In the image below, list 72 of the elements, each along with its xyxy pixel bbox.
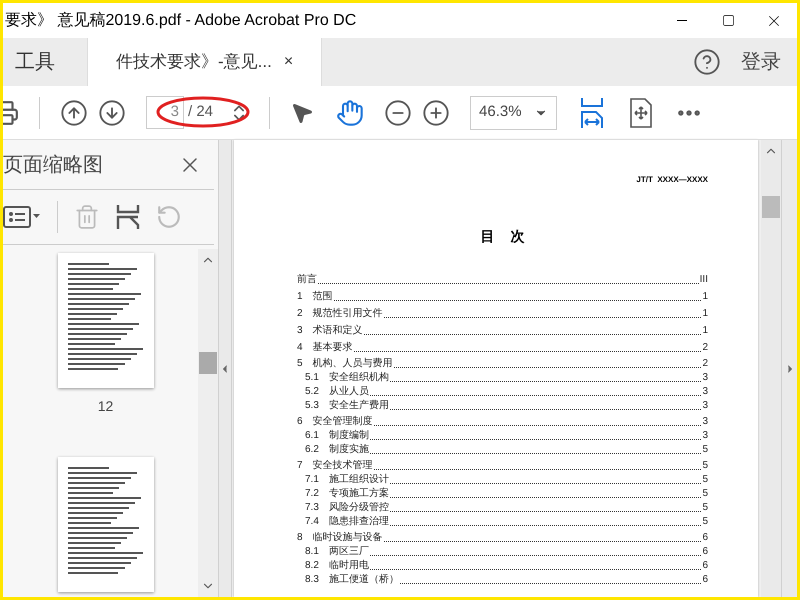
toc-entry[interactable]: 1 范围 bbox=[297, 291, 333, 303]
toc-entry[interactable]: 5.3 安全生产费用 bbox=[305, 400, 389, 412]
toc-entry[interactable]: 7.2 专项施工方案 bbox=[305, 488, 389, 500]
toc-entry[interactable]: 5.1 安全组织机构 bbox=[305, 372, 389, 384]
toc-page-number: 3 bbox=[702, 430, 708, 442]
page-extract-icon[interactable] bbox=[116, 204, 140, 230]
toc-entry[interactable]: 2 规范性引用文件 bbox=[297, 308, 383, 320]
page-number-label: 12 bbox=[98, 397, 114, 416]
previous-page-icon[interactable] bbox=[60, 98, 88, 126]
toc-entry[interactable]: 8.1 两区三厂 bbox=[305, 546, 369, 558]
toc-page-number: 5 bbox=[702, 502, 708, 514]
zoom-in-icon[interactable] bbox=[422, 98, 450, 126]
toc-entry[interactable]: 6.1 制度编制 bbox=[305, 430, 369, 442]
toc-entry[interactable]: 8 临时设施与设备 bbox=[297, 532, 383, 544]
minimize-icon bbox=[677, 20, 687, 21]
toc-page-number: 5 bbox=[702, 516, 708, 528]
toc-entry[interactable]: 5.2 从业人员 bbox=[305, 386, 369, 398]
page-thumbnail[interactable] bbox=[58, 253, 154, 388]
hand-icon[interactable] bbox=[336, 98, 364, 126]
toc-entry[interactable]: 6.2 制度实施 bbox=[305, 444, 369, 456]
page-thumbnail[interactable] bbox=[58, 457, 154, 592]
toc-entry[interactable]: 前言 bbox=[297, 274, 317, 286]
panel-title: 页面缩略图 bbox=[3, 152, 103, 178]
toc-page-number: 3 bbox=[702, 386, 708, 398]
toc-page-number: 6 bbox=[702, 574, 708, 586]
toc-page-number: 3 bbox=[702, 416, 708, 428]
document-header: JT/T XXXX—XXXX bbox=[636, 174, 708, 186]
next-page-icon[interactable] bbox=[98, 98, 126, 126]
toc-entry[interactable]: 7 安全技术管理 bbox=[297, 460, 373, 472]
toc-entry[interactable]: 5 机构、人员与费用 bbox=[297, 358, 393, 370]
help-icon[interactable] bbox=[693, 48, 721, 76]
toc-page-number: 1 bbox=[702, 291, 708, 303]
document-scrollbar[interactable] bbox=[761, 140, 781, 597]
toc-page-number: 6 bbox=[702, 532, 708, 544]
toc-entry[interactable]: 8.3 施工便道（桥） bbox=[305, 574, 399, 586]
toc-entry[interactable]: 7.4 隐患排查治理 bbox=[305, 516, 389, 528]
zoom-dropdown[interactable]: 46.3% bbox=[470, 96, 558, 130]
maximize-icon bbox=[722, 14, 734, 27]
page-view-icon[interactable] bbox=[629, 98, 654, 128]
toc-page-number: 1 bbox=[702, 325, 708, 337]
toc-page-number: 3 bbox=[702, 400, 708, 412]
toc-entry[interactable]: 6 安全管理制度 bbox=[297, 416, 373, 428]
fit-width-icon[interactable] bbox=[579, 96, 606, 128]
toc-page-number: 5 bbox=[702, 474, 708, 486]
scrollbar-thumb[interactable] bbox=[762, 196, 780, 218]
toc-page-number: III bbox=[700, 274, 708, 286]
toc-entry[interactable]: 7.3 风险分级管控 bbox=[305, 502, 389, 514]
toc-entry[interactable]: 4 基本要求 bbox=[297, 342, 353, 354]
scrollbar-thumb[interactable] bbox=[199, 352, 217, 374]
toc-page-number: 5 bbox=[702, 488, 708, 500]
toc-page-number: 3 bbox=[702, 372, 708, 384]
zoom-out-icon[interactable] bbox=[384, 98, 412, 126]
tab[interactable]: 工具 bbox=[3, 38, 87, 86]
tab-close-button[interactable]: × bbox=[284, 50, 294, 74]
toc-entry[interactable]: 3 术语和定义 bbox=[297, 325, 363, 337]
list-options-icon[interactable] bbox=[3, 206, 41, 228]
document-heading: 目 次 bbox=[480, 227, 524, 246]
window-title: 要求》 意见稿2019.6.pdf - Adobe Acrobat Pro DC bbox=[4, 10, 356, 30]
toc-page-number: 5 bbox=[702, 460, 708, 472]
toc-page-number: 6 bbox=[702, 560, 708, 572]
page-number-field[interactable]: 3 bbox=[146, 96, 184, 129]
toc-page-number: 5 bbox=[702, 444, 708, 456]
toc-page-number: 6 bbox=[702, 546, 708, 558]
toc-page-number: 1 bbox=[702, 308, 708, 320]
toc-page-number: 2 bbox=[702, 342, 708, 354]
page-total: / 24 bbox=[188, 102, 214, 122]
toc-entry[interactable]: 7.1 施工组织设计 bbox=[305, 474, 389, 486]
toc-entry[interactable]: 8.2 临时用电 bbox=[305, 560, 369, 572]
toc-page-number: 2 bbox=[702, 358, 708, 370]
sign-in-button[interactable]: 登录 bbox=[741, 47, 781, 77]
tab[interactable]: 件技术要求》-意见... × bbox=[87, 38, 322, 86]
scrollbar[interactable] bbox=[198, 249, 218, 597]
